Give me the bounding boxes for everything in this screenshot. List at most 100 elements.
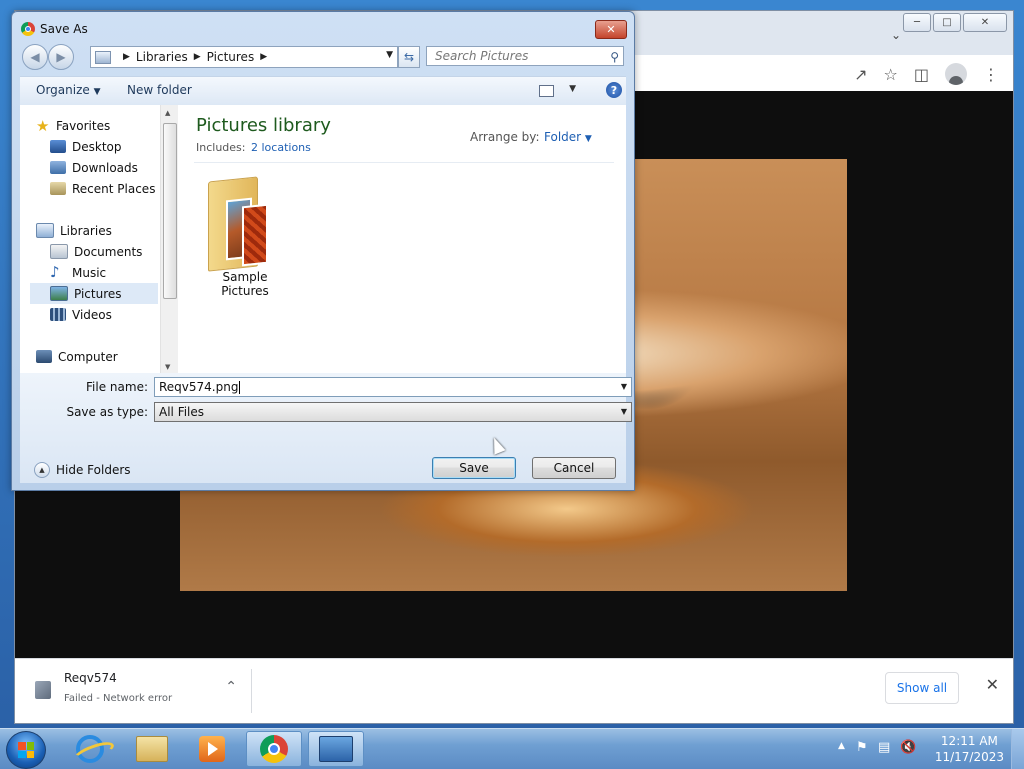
library-title: Pictures library: [196, 115, 331, 136]
minimize-button[interactable]: ─: [903, 13, 931, 32]
taskbar: ▲ ⚑ ▤ 🔇 12:11 AM 11/17/2023: [0, 728, 1024, 769]
dialog-close-button[interactable]: ✕: [595, 20, 627, 39]
recent-places-icon: [50, 182, 66, 195]
folder-thumbnail: [242, 203, 268, 267]
system-tray: ▲ ⚑ ▤ 🔇 12:11 AM 11/17/2023: [834, 729, 1024, 769]
arrange-by-dropdown[interactable]: Folder ▼: [544, 130, 592, 144]
hide-folders-label: Hide Folders: [56, 463, 131, 477]
taskbar-chrome[interactable]: [246, 731, 302, 767]
bookmark-star-icon[interactable]: ☆: [884, 65, 898, 84]
hide-folders-button[interactable]: ▲ Hide Folders: [34, 462, 131, 478]
locations-link[interactable]: 2 locations: [251, 141, 311, 154]
nav-recent-places[interactable]: Recent Places: [50, 178, 155, 199]
nav-label: Videos: [72, 307, 112, 322]
cancel-button[interactable]: Cancel: [532, 457, 616, 479]
includes-label: Includes:: [196, 141, 246, 154]
nav-music[interactable]: ♪ Music: [50, 262, 106, 283]
close-button[interactable]: ✕: [963, 13, 1007, 32]
close-icon[interactable]: ✕: [986, 675, 999, 694]
organize-label: Organize: [36, 83, 90, 97]
taskbar-media-player[interactable]: [184, 731, 240, 767]
dropdown-arrow-icon[interactable]: ▼: [621, 407, 627, 416]
chrome-icon: [21, 22, 35, 36]
save-button[interactable]: Save: [432, 457, 516, 479]
save-form: File name: Reqv574.png ▼ Save as type: A…: [20, 373, 632, 483]
breadcrumb-arrow-icon[interactable]: ▶: [123, 52, 130, 62]
forward-button[interactable]: ▶: [48, 44, 74, 70]
show-all-button[interactable]: Show all: [885, 672, 959, 704]
breadcrumb-pictures[interactable]: Pictures: [207, 50, 255, 64]
network-icon[interactable]: ▤: [878, 740, 890, 755]
dialog-title: Save As: [40, 22, 88, 36]
clock[interactable]: 12:11 AM 11/17/2023: [935, 733, 1004, 765]
download-status: Failed - Network error: [64, 693, 173, 704]
pictures-icon: [50, 286, 68, 301]
flag-icon[interactable]: ⚑: [856, 740, 868, 755]
taskbar-file-explorer[interactable]: [124, 731, 180, 767]
refresh-button[interactable]: ⇆: [398, 46, 420, 68]
back-button[interactable]: ◀: [22, 44, 48, 70]
nav-desktop[interactable]: Desktop: [50, 136, 122, 157]
address-dropdown-icon[interactable]: ▼: [386, 50, 393, 60]
nav-downloads[interactable]: Downloads: [50, 157, 138, 178]
nav-pictures[interactable]: Pictures: [30, 283, 158, 304]
dropdown-arrow-icon: ▼: [584, 134, 592, 144]
file-explorer-icon: [136, 736, 168, 762]
chevron-up-icon[interactable]: ⌃: [225, 679, 237, 695]
volume-muted-icon[interactable]: 🔇: [900, 740, 916, 755]
libraries-icon: [36, 223, 54, 238]
maximize-button[interactable]: □: [933, 13, 961, 32]
nav-label: Favorites: [56, 118, 111, 133]
browser-panes: ★ Favorites Desktop Downloads Recent Pla…: [20, 105, 626, 373]
scroll-down-icon[interactable]: ▼: [165, 363, 170, 371]
nav-favorites[interactable]: ★ Favorites: [36, 115, 110, 136]
change-view-icon[interactable]: [539, 85, 554, 97]
nav-videos[interactable]: Videos: [50, 304, 112, 325]
save-as-type-label: Save as type:: [66, 405, 148, 419]
nav-label: Documents: [74, 244, 143, 259]
tab-search-chevron-icon[interactable]: ⌄: [891, 28, 901, 42]
help-icon[interactable]: ?: [606, 82, 622, 98]
side-panel-icon[interactable]: ◫: [914, 65, 929, 84]
menu-kebab-icon[interactable]: ⋮: [983, 65, 999, 84]
folder-item[interactable]: Sample Pictures: [200, 175, 290, 298]
downloads-icon: [50, 161, 66, 174]
scroll-thumb[interactable]: [163, 123, 177, 299]
arrange-value: Folder: [544, 130, 582, 144]
search-input[interactable]: Search Pictures ⚲: [426, 46, 624, 66]
profile-avatar[interactable]: [945, 63, 967, 85]
chrome-icon: [260, 735, 288, 763]
file-icon: [35, 681, 51, 699]
organize-menu[interactable]: Organize ▼: [36, 83, 101, 97]
breadcrumb-libraries[interactable]: Libraries: [136, 50, 188, 64]
view-dropdown-icon[interactable]: ▼: [569, 84, 576, 94]
scroll-up-icon[interactable]: ▲: [165, 109, 170, 117]
show-hidden-icons-icon[interactable]: ▲: [838, 741, 845, 751]
nav-libraries[interactable]: Libraries: [36, 220, 112, 241]
nav-documents[interactable]: Documents: [50, 241, 142, 262]
address-bar[interactable]: ▶ Libraries ▶ Pictures ▶ ▼: [90, 46, 398, 68]
divider: [194, 162, 614, 163]
dropdown-arrow-icon[interactable]: ▼: [621, 382, 627, 391]
file-list: Pictures library Includes: 2 locations A…: [178, 105, 626, 373]
new-folder-button[interactable]: New folder: [127, 83, 192, 97]
taskbar-internet-explorer[interactable]: [62, 731, 118, 767]
download-item[interactable]: Reqv574 Failed - Network error ⌃: [33, 669, 252, 713]
search-icon[interactable]: ⚲: [610, 50, 619, 64]
breadcrumb-arrow-icon[interactable]: ▶: [260, 52, 267, 62]
nav-scrollbar[interactable]: ▲ ▼: [160, 105, 178, 373]
share-icon[interactable]: ↗: [854, 65, 867, 84]
nav-label: Libraries: [60, 223, 112, 238]
start-button[interactable]: [6, 731, 46, 769]
show-desktop-button[interactable]: [1011, 729, 1024, 769]
nav-computer[interactable]: Computer: [36, 346, 118, 367]
file-name-input[interactable]: Reqv574.png ▼: [154, 377, 632, 397]
taskbar-remote-desktop[interactable]: [308, 731, 364, 767]
library-icon: [95, 50, 111, 64]
nav-label: Desktop: [72, 139, 122, 154]
dropdown-arrow-icon: ▼: [93, 87, 101, 97]
breadcrumb-arrow-icon[interactable]: ▶: [194, 52, 201, 62]
save-as-type-select[interactable]: All Files ▼: [154, 402, 632, 422]
nav-label: Computer: [58, 349, 118, 364]
nav-label: Downloads: [72, 160, 138, 175]
